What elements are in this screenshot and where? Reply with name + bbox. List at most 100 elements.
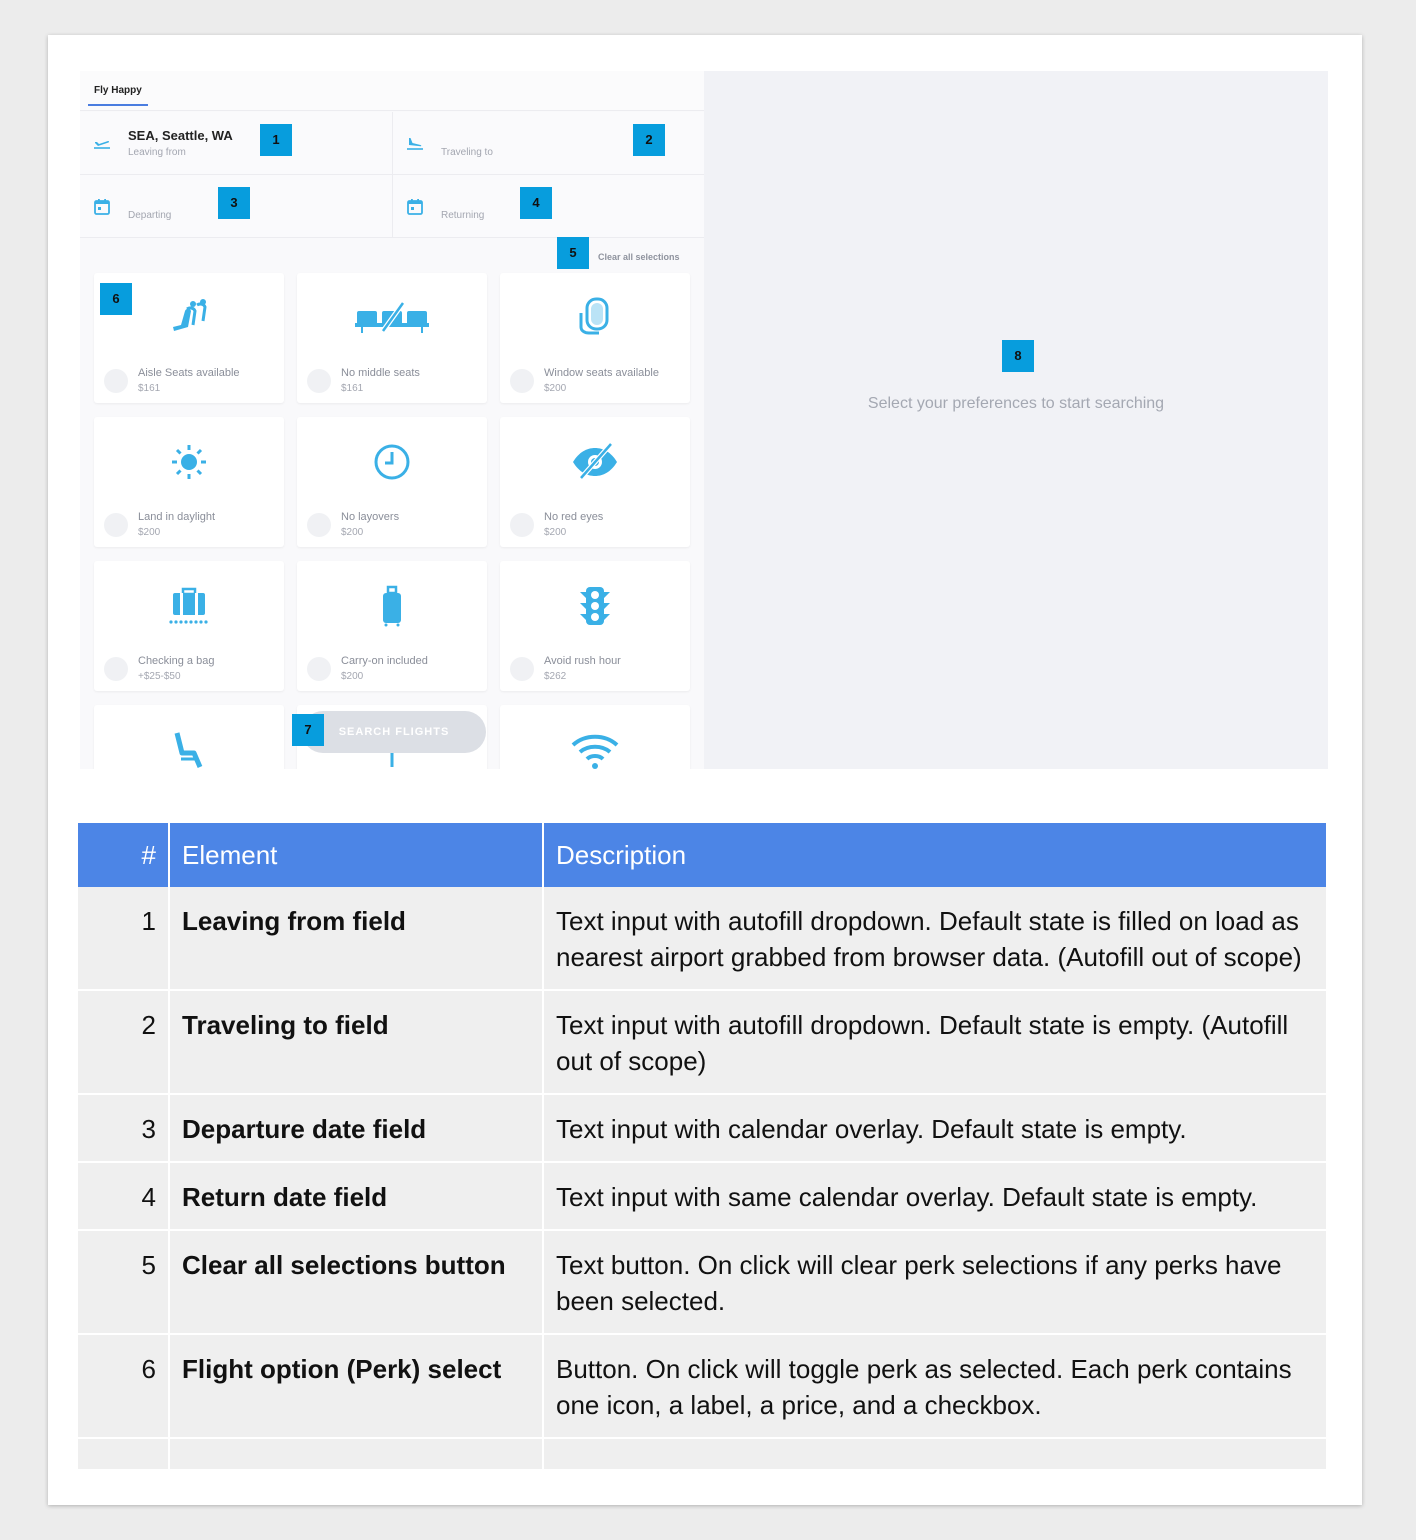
perk-checkbox[interactable] xyxy=(104,513,128,537)
row-description: Text input with same calendar overlay. D… xyxy=(544,1163,1326,1231)
perk-checkbox[interactable] xyxy=(307,657,331,681)
perk-checkbox[interactable] xyxy=(307,513,331,537)
clear-all-selections-button[interactable]: Clear all selections xyxy=(598,252,680,262)
perk-label: Aisle Seats available xyxy=(138,367,240,379)
no-middle-seat-icon xyxy=(297,297,487,339)
perk-label: No red eyes xyxy=(544,511,604,523)
row-element: Traveling to field xyxy=(170,991,544,1095)
annotation-badge: 6 xyxy=(100,283,132,315)
perk-price: $161 xyxy=(341,383,364,394)
perk-card[interactable]: Window seats available $200 xyxy=(500,273,690,403)
perk-label: Checking a bag xyxy=(138,655,215,667)
traffic-light-icon xyxy=(500,585,690,627)
row-element: Flight option (Perk) select xyxy=(170,1335,544,1439)
row-element: Leaving from field xyxy=(170,887,544,991)
leaving-from-field[interactable]: SEA, Seattle, WA Leaving from xyxy=(80,112,392,175)
eye-slash-icon xyxy=(500,441,690,483)
reclining-seat-icon xyxy=(94,729,284,769)
row-number: 6 xyxy=(78,1335,170,1439)
perk-card[interactable]: No middle seats $161 xyxy=(297,273,487,403)
table-row: 3 Departure date field Text input with c… xyxy=(78,1095,1326,1163)
perk-card[interactable]: No layovers $200 xyxy=(297,417,487,547)
leaving-from-value: SEA, Seattle, WA xyxy=(128,128,233,143)
table-row: 2 Traveling to field Text input with aut… xyxy=(78,991,1326,1095)
document-page: Fly Happy SEA, Seattle, WA Leaving from … xyxy=(48,35,1362,1505)
search-panel: Fly Happy SEA, Seattle, WA Leaving from … xyxy=(80,71,704,769)
perk-label: Carry-on included xyxy=(341,655,428,667)
perk-checkbox[interactable] xyxy=(104,657,128,681)
row-element: Clear all selections button xyxy=(170,1231,544,1335)
row-number: 2 xyxy=(78,991,170,1095)
perk-label: Land in daylight xyxy=(138,511,216,523)
perk-price: $262 xyxy=(544,671,567,682)
perk-checkbox[interactable] xyxy=(510,657,534,681)
perk-price: $200 xyxy=(341,671,364,682)
annotation-badge: 2 xyxy=(633,124,665,156)
column-header: Element xyxy=(170,823,544,887)
clock-icon xyxy=(297,441,487,483)
row-number: 1 xyxy=(78,887,170,991)
perk-price: $200 xyxy=(138,527,161,538)
perk-price: $200 xyxy=(544,383,567,394)
perk-price: $200 xyxy=(341,527,364,538)
carry-on-icon xyxy=(297,585,487,627)
perk-label: Window seats available xyxy=(544,367,659,379)
row-description: Text input with calendar overlay. Defaul… xyxy=(544,1095,1326,1163)
row-element: Departure date field xyxy=(170,1095,544,1163)
column-header: # xyxy=(78,823,170,887)
row-description: Button. On click will toggle perk as sel… xyxy=(544,1335,1326,1439)
perk-card[interactable]: Carry-on included $200 xyxy=(297,561,487,691)
checked-bag-icon xyxy=(94,585,284,627)
perk-card[interactable]: Checking a bag +$25-$50 xyxy=(94,561,284,691)
search-flights-button[interactable]: SEARCH FLIGHTS xyxy=(302,711,486,753)
perk-checkbox[interactable] xyxy=(510,369,534,393)
annotation-badge: 7 xyxy=(292,714,324,746)
perk-card[interactable] xyxy=(94,705,284,769)
table-row: 4 Return date field Text input with same… xyxy=(78,1163,1326,1231)
perk-checkbox[interactable] xyxy=(104,369,128,393)
calendar-icon xyxy=(405,197,425,217)
row-number: 5 xyxy=(78,1231,170,1335)
tab-fly-happy[interactable]: Fly Happy xyxy=(88,85,148,106)
plane-departure-icon xyxy=(92,134,112,154)
tab-bar: Fly Happy xyxy=(80,71,704,111)
column-header: Description xyxy=(544,823,1326,887)
perk-card[interactable] xyxy=(500,705,690,769)
plane-arrival-icon xyxy=(405,134,425,154)
perk-card[interactable]: No red eyes $200 xyxy=(500,417,690,547)
leaving-from-label: Leaving from xyxy=(128,147,186,158)
row-description: Text button. On click will clear perk se… xyxy=(544,1231,1326,1335)
empty-state-message: Select your preferences to start searchi… xyxy=(867,395,1165,412)
table-row: 5 Clear all selections button Text butto… xyxy=(78,1231,1326,1335)
perk-card[interactable]: Land in daylight $200 xyxy=(94,417,284,547)
perk-card[interactable]: Avoid rush hour $262 xyxy=(500,561,690,691)
perk-price: $161 xyxy=(138,383,161,394)
perk-checkbox[interactable] xyxy=(307,369,331,393)
perk-checkbox[interactable] xyxy=(510,513,534,537)
returning-label: Returning xyxy=(441,210,485,221)
departing-label: Departing xyxy=(128,210,172,221)
table-row xyxy=(78,1439,1326,1471)
row-element: Return date field xyxy=(170,1163,544,1231)
annotation-badge: 4 xyxy=(520,187,552,219)
table-row: 6 Flight option (Perk) select Button. On… xyxy=(78,1335,1326,1439)
annotated-screenshot: Fly Happy SEA, Seattle, WA Leaving from … xyxy=(80,71,1328,769)
window-seat-icon xyxy=(500,297,690,339)
row-description: Text input with autofill dropdown. Defau… xyxy=(544,991,1326,1095)
annotation-badge: 8 xyxy=(1002,340,1034,372)
table-row: 1 Leaving from field Text input with aut… xyxy=(78,887,1326,991)
perk-price: $200 xyxy=(544,527,567,538)
wifi-icon xyxy=(500,729,690,769)
element-spec-table: # Element Description 1 Leaving from fie… xyxy=(78,823,1326,1471)
calendar-icon xyxy=(92,197,112,217)
perk-label: No middle seats xyxy=(341,367,420,379)
results-panel: 8 Select your preferences to start searc… xyxy=(704,71,1328,769)
table-header-row: # Element Description xyxy=(78,823,1326,887)
traveling-to-label: Traveling to xyxy=(441,147,493,158)
row-number: 4 xyxy=(78,1163,170,1231)
annotation-badge: 5 xyxy=(557,237,589,269)
annotation-badge: 1 xyxy=(260,124,292,156)
perk-price: +$25-$50 xyxy=(138,671,181,682)
row-number: 3 xyxy=(78,1095,170,1163)
row-description: Text input with autofill dropdown. Defau… xyxy=(544,887,1326,991)
